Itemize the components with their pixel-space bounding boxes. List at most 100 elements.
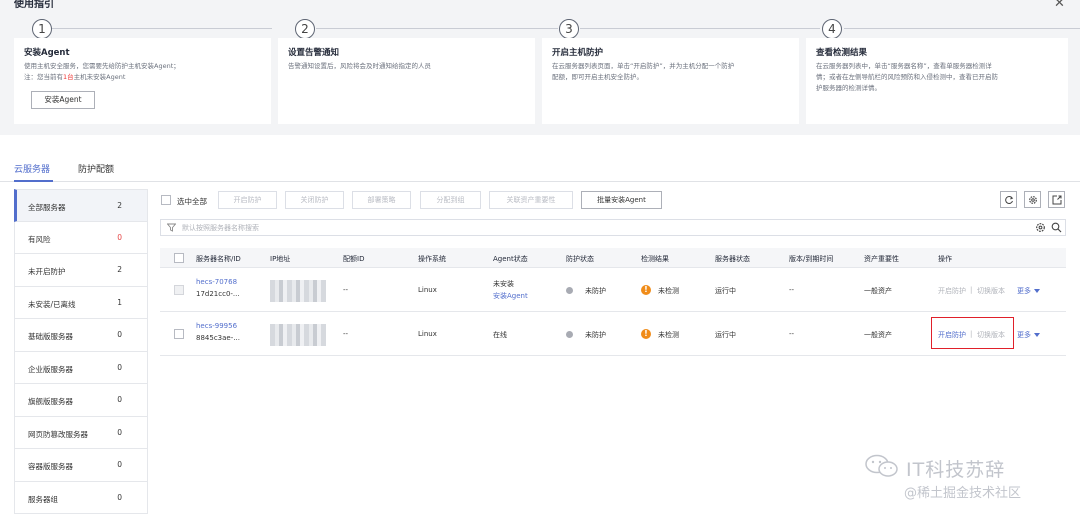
step-connector	[316, 28, 558, 29]
agent-status: 未安装	[493, 280, 514, 288]
asset-importance: 一般资产	[864, 287, 892, 295]
watermark-title: IT科技苏辞	[906, 459, 1006, 481]
filter-not-installed-offline[interactable]: 未安装/已离线 1	[14, 286, 148, 319]
step-desc: 护服务器的检测详情。	[816, 84, 881, 92]
step-desc: 在云服务器列表页面，单击“开启防护”，并为主机分配一个防护	[552, 62, 735, 70]
filter-at-risk[interactable]: 有风险 0	[14, 221, 148, 254]
version-expiry: --	[789, 330, 795, 338]
detection-result: 未检测	[658, 331, 679, 339]
col-header-ip: IP地址	[270, 255, 291, 263]
settings-icon[interactable]	[1024, 191, 1041, 208]
tab-bar: 云服务器 防护配额	[0, 162, 1080, 182]
chevron-down-icon	[1034, 289, 1040, 293]
filter-enterprise-edition[interactable]: 企业版服务器 0	[14, 351, 148, 384]
col-header-name: 服务器名称/ID	[196, 255, 241, 263]
assign-group-button[interactable]: 分配到组	[420, 191, 481, 209]
server-table-header: 服务器名称/ID IP地址 配额ID 操作系统 Agent状态 防护状态 检测结…	[160, 248, 1066, 268]
install-agent-link[interactable]: 安装Agent	[493, 291, 528, 301]
highlight-annotation-box	[931, 317, 1014, 349]
step-connector	[844, 28, 1080, 29]
search-placeholder: 默认按照服务器名称搜索	[182, 224, 259, 232]
usage-guide-panel: 使用指引 ✕ 1 安装Agent 使用主机安全服务，您需要先给防护主机安装Age…	[0, 0, 1080, 135]
server-filter-list: 全部服务器 2 有风险 0 未开启防护 2 未安装/已离线 1 基础版服务器 0…	[14, 189, 148, 514]
filter-web-tamper-protection[interactable]: 网页防篡改服务器 0	[14, 416, 148, 449]
select-all-label: 选中全部	[177, 197, 207, 206]
row-checkbox[interactable]	[174, 329, 184, 339]
detection-result: 未检测	[658, 287, 679, 295]
filter-count: 0	[117, 330, 122, 339]
refresh-icon[interactable]	[1000, 191, 1017, 208]
batch-install-agent-button[interactable]: 批量安装Agent	[581, 191, 662, 209]
ip-address-redacted	[270, 324, 326, 346]
agent-status: 在线	[493, 331, 507, 339]
os: Linux	[418, 286, 437, 294]
switch-version-action[interactable]: 切换版本	[977, 286, 1005, 296]
step-number-2: 2	[295, 19, 315, 39]
search-icon[interactable]	[1051, 222, 1062, 233]
filter-server-groups[interactable]: 服务器组 0	[14, 481, 148, 514]
server-status: 运行中	[715, 331, 736, 339]
step-card-enable-protection: 开启主机防护 在云服务器列表页面，单击“开启防护”，并为主机分配一个防护 配额，…	[542, 38, 799, 124]
filter-premium-edition[interactable]: 旗舰版服务器 0	[14, 384, 148, 417]
asset-importance: 一般资产	[864, 331, 892, 339]
export-icon[interactable]	[1048, 191, 1065, 208]
select-all-checkbox[interactable]	[161, 195, 171, 205]
uninstalled-count: 1台	[63, 73, 74, 81]
version-expiry: --	[789, 286, 795, 294]
quota-id: --	[343, 330, 349, 338]
col-header-result: 检测结果	[641, 255, 669, 263]
warning-icon: !	[641, 329, 651, 339]
step-desc: 在云服务器列表中，单击“服务器名称”，查看单服务器检测详	[816, 62, 992, 70]
protection-status: 未防护	[585, 287, 606, 295]
step-desc: 情；或者在左侧导航栏的风险预防和入侵检测中，查看已开启防	[816, 73, 998, 81]
search-settings-icon[interactable]	[1035, 222, 1046, 233]
server-name-link[interactable]: hecs-70768	[196, 278, 237, 286]
step-connector	[34, 28, 272, 29]
filter-count: 2	[117, 201, 122, 210]
filter-container-edition[interactable]: 容器版服务器 0	[14, 449, 148, 482]
disable-protection-button[interactable]: 关闭防护	[285, 191, 344, 209]
close-icon[interactable]: ✕	[1054, 0, 1065, 11]
step-title: 设置告警通知	[288, 48, 340, 58]
more-actions-dropdown[interactable]: 更多	[1017, 286, 1040, 296]
step-card-alarm-notification: 设置告警通知 告警通知设置后，风险将会及时通知给指定的人员	[278, 38, 535, 124]
associate-asset-importance-button[interactable]: 关联资产重要性	[489, 191, 573, 209]
filter-count: 2	[117, 265, 122, 274]
col-header-protection: 防护状态	[566, 255, 594, 263]
install-agent-button[interactable]: 安装Agent	[31, 91, 95, 109]
header-checkbox[interactable]	[174, 253, 184, 263]
enable-protection-action[interactable]: 开启防护	[938, 286, 966, 296]
server-name-link[interactable]: hecs-99956	[196, 322, 237, 330]
step-title: 开启主机防护	[552, 48, 604, 58]
filter-count: 0	[117, 492, 122, 502]
step-desc: 配额，即可开启主机安全防护。	[552, 73, 643, 81]
deploy-policy-button[interactable]: 部署策略	[352, 191, 411, 209]
server-id: 8845c3ae-...	[196, 334, 240, 342]
col-header-os: 操作系统	[418, 255, 446, 263]
tab-cloud-servers[interactable]: 云服务器	[14, 162, 50, 175]
wechat-logo-icon	[865, 454, 898, 477]
ip-address-redacted	[270, 280, 326, 302]
filter-icon	[167, 223, 176, 232]
step-number-1: 1	[32, 19, 52, 39]
filter-count: 0	[117, 460, 122, 469]
filter-basic-edition[interactable]: 基础版服务器 0	[14, 319, 148, 352]
col-header-agent: Agent状态	[493, 255, 528, 263]
filter-count: 0	[117, 362, 122, 372]
filter-count: 1	[117, 297, 122, 307]
step-desc: 使用主机安全服务，您需要先给防护主机安装Agent；	[24, 62, 180, 70]
step-card-view-results: 查看检测结果 在云服务器列表中，单击“服务器名称”，查看单服务器检测详 情；或者…	[806, 38, 1068, 124]
quota-id: --	[343, 286, 349, 294]
row-checkbox[interactable]	[174, 285, 184, 295]
col-header-quota: 配额ID	[343, 255, 365, 263]
filter-count: 0	[117, 395, 122, 404]
step-number-3: 3	[559, 19, 579, 39]
status-dot	[566, 287, 573, 294]
filter-unprotected[interactable]: 未开启防护 2	[14, 254, 148, 287]
enable-protection-button[interactable]: 开启防护	[218, 191, 277, 209]
filter-all-servers[interactable]: 全部服务器 2	[14, 189, 148, 222]
more-actions-dropdown[interactable]: 更多	[1017, 330, 1040, 340]
server-search-box[interactable]: 默认按照服务器名称搜索	[160, 219, 1066, 236]
chevron-down-icon	[1034, 333, 1040, 337]
tab-protection-quota[interactable]: 防护配额	[78, 162, 114, 175]
